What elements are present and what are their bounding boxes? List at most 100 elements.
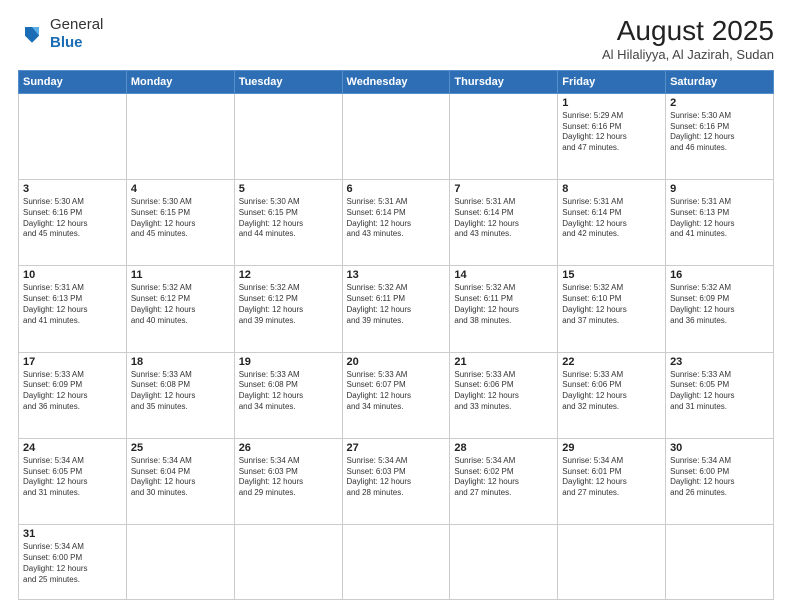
- cell-info-text: Sunrise: 5:34 AM Sunset: 6:03 PM Dayligh…: [239, 456, 338, 499]
- cell-day-number: 20: [347, 356, 446, 368]
- calendar-cell: [342, 525, 450, 600]
- calendar-cell: 24Sunrise: 5:34 AM Sunset: 6:05 PM Dayli…: [19, 438, 127, 524]
- logo-text: General Blue: [50, 16, 103, 52]
- calendar-cell: 23 Sunrise: 5:33 AM Sunset: 6:05 PM Dayli…: [666, 352, 774, 438]
- cell-day-number: 26: [239, 442, 338, 454]
- cell-day-number: 30: [670, 442, 769, 454]
- calendar-table: SundayMondayTuesdayWednesdayThursdayFrid…: [18, 70, 774, 600]
- col-header-monday: Monday: [126, 70, 234, 93]
- calendar-cell: 8Sunrise: 5:31 AM Sunset: 6:14 PM Daylig…: [558, 180, 666, 266]
- cell-info-text: Sunrise: 5:31 AM Sunset: 6:14 PM Dayligh…: [347, 197, 446, 240]
- cell-day-number: 2: [670, 97, 769, 109]
- calendar-cell: 28Sunrise: 5:34 AM Sunset: 6:02 PM Dayli…: [450, 438, 558, 524]
- cell-info-text: Sunrise: 5:29 AM Sunset: 6:16 PM Dayligh…: [562, 111, 661, 154]
- calendar-cell: 26 Sunrise: 5:34 AM Sunset: 6:03 PM Dayli…: [234, 438, 342, 524]
- calendar-cell: 21 Sunrise: 5:33 AM Sunset: 6:06 PM Dayli…: [450, 352, 558, 438]
- calendar-cell: 20 Sunrise: 5:33 AM Sunset: 6:07 PM Dayli…: [342, 352, 450, 438]
- cell-info-text: Sunrise: 5:31 AM Sunset: 6:13 PM Dayligh…: [23, 283, 122, 326]
- cell-day-number: 19: [239, 356, 338, 368]
- cell-info-text: Sunrise: 5:30 AM Sunset: 6:16 PM Dayligh…: [23, 197, 122, 240]
- calendar-cell: 11 Sunrise: 5:32 AM Sunset: 6:12 PM Dayli…: [126, 266, 234, 352]
- cell-day-number: 18: [131, 356, 230, 368]
- cell-info-text: Sunrise: 5:34 AM Sunset: 6:04 PM Dayligh…: [131, 456, 230, 499]
- cell-day-number: 12: [239, 269, 338, 281]
- calendar-cell: 13Sunrise: 5:32 AM Sunset: 6:11 PM Dayli…: [342, 266, 450, 352]
- cell-day-number: 23: [670, 356, 769, 368]
- subtitle: Al Hilaliyya, Al Jazirah, Sudan: [602, 47, 774, 62]
- cell-day-number: 3: [23, 183, 122, 195]
- cell-day-number: 10: [23, 269, 122, 281]
- calendar-cell: 25Sunrise: 5:34 AM Sunset: 6:04 PM Dayli…: [126, 438, 234, 524]
- cell-info-text: Sunrise: 5:33 AM Sunset: 6:05 PM Dayligh…: [670, 370, 769, 413]
- calendar-cell: [126, 525, 234, 600]
- calendar-cell: [234, 93, 342, 179]
- week-row-5: 31 Sunrise: 5:34 AM Sunset: 6:00 PM Dayli…: [19, 525, 774, 600]
- cell-day-number: 7: [454, 183, 553, 195]
- cell-info-text: Sunrise: 5:34 AM Sunset: 6:01 PM Dayligh…: [562, 456, 661, 499]
- header-row: SundayMondayTuesdayWednesdayThursdayFrid…: [19, 70, 774, 93]
- header: General Blue August 2025 Al Hilaliyya, A…: [18, 16, 774, 62]
- calendar-cell: 19Sunrise: 5:33 AM Sunset: 6:08 PM Dayli…: [234, 352, 342, 438]
- cell-info-text: Sunrise: 5:31 AM Sunset: 6:13 PM Dayligh…: [670, 197, 769, 240]
- week-row-0: 1Sunrise: 5:29 AM Sunset: 6:16 PM Daylig…: [19, 93, 774, 179]
- cell-day-number: 6: [347, 183, 446, 195]
- col-header-tuesday: Tuesday: [234, 70, 342, 93]
- cell-day-number: 31: [23, 528, 122, 540]
- calendar-cell: 15Sunrise: 5:32 AM Sunset: 6:10 PM Dayli…: [558, 266, 666, 352]
- calendar-cell: 12 Sunrise: 5:32 AM Sunset: 6:12 PM Dayli…: [234, 266, 342, 352]
- cell-info-text: Sunrise: 5:30 AM Sunset: 6:16 PM Dayligh…: [670, 111, 769, 154]
- cell-info-text: Sunrise: 5:30 AM Sunset: 6:15 PM Dayligh…: [239, 197, 338, 240]
- calendar-cell: [19, 93, 127, 179]
- cell-day-number: 17: [23, 356, 122, 368]
- cell-day-number: 29: [562, 442, 661, 454]
- col-header-saturday: Saturday: [666, 70, 774, 93]
- cell-day-number: 16: [670, 269, 769, 281]
- cell-info-text: Sunrise: 5:32 AM Sunset: 6:11 PM Dayligh…: [454, 283, 553, 326]
- col-header-friday: Friday: [558, 70, 666, 93]
- calendar-cell: [558, 525, 666, 600]
- calendar-cell: 7 Sunrise: 5:31 AM Sunset: 6:14 PM Daylig…: [450, 180, 558, 266]
- cell-info-text: Sunrise: 5:32 AM Sunset: 6:09 PM Dayligh…: [670, 283, 769, 326]
- cell-day-number: 27: [347, 442, 446, 454]
- cell-day-number: 28: [454, 442, 553, 454]
- cell-info-text: Sunrise: 5:34 AM Sunset: 6:00 PM Dayligh…: [23, 542, 122, 585]
- cell-info-text: Sunrise: 5:33 AM Sunset: 6:07 PM Dayligh…: [347, 370, 446, 413]
- cell-info-text: Sunrise: 5:30 AM Sunset: 6:15 PM Dayligh…: [131, 197, 230, 240]
- calendar-cell: 17 Sunrise: 5:33 AM Sunset: 6:09 PM Dayli…: [19, 352, 127, 438]
- col-header-sunday: Sunday: [19, 70, 127, 93]
- cell-day-number: 4: [131, 183, 230, 195]
- week-row-4: 24Sunrise: 5:34 AM Sunset: 6:05 PM Dayli…: [19, 438, 774, 524]
- cell-day-number: 11: [131, 269, 230, 281]
- calendar-cell: [450, 93, 558, 179]
- col-header-thursday: Thursday: [450, 70, 558, 93]
- calendar-cell: [342, 93, 450, 179]
- calendar-cell: 18Sunrise: 5:33 AM Sunset: 6:08 PM Dayli…: [126, 352, 234, 438]
- calendar-cell: 2 Sunrise: 5:30 AM Sunset: 6:16 PM Daylig…: [666, 93, 774, 179]
- cell-day-number: 14: [454, 269, 553, 281]
- cell-info-text: Sunrise: 5:33 AM Sunset: 6:06 PM Dayligh…: [562, 370, 661, 413]
- cell-info-text: Sunrise: 5:31 AM Sunset: 6:14 PM Dayligh…: [562, 197, 661, 240]
- cell-info-text: Sunrise: 5:33 AM Sunset: 6:09 PM Dayligh…: [23, 370, 122, 413]
- cell-info-text: Sunrise: 5:34 AM Sunset: 6:00 PM Dayligh…: [670, 456, 769, 499]
- cell-info-text: Sunrise: 5:32 AM Sunset: 6:11 PM Dayligh…: [347, 283, 446, 326]
- calendar-cell: 10 Sunrise: 5:31 AM Sunset: 6:13 PM Dayli…: [19, 266, 127, 352]
- col-header-wednesday: Wednesday: [342, 70, 450, 93]
- cell-info-text: Sunrise: 5:32 AM Sunset: 6:12 PM Dayligh…: [239, 283, 338, 326]
- calendar-cell: 22 Sunrise: 5:33 AM Sunset: 6:06 PM Dayli…: [558, 352, 666, 438]
- calendar-cell: [450, 525, 558, 600]
- cell-info-text: Sunrise: 5:32 AM Sunset: 6:10 PM Dayligh…: [562, 283, 661, 326]
- calendar-cell: 31 Sunrise: 5:34 AM Sunset: 6:00 PM Dayli…: [19, 525, 127, 600]
- cell-day-number: 5: [239, 183, 338, 195]
- cell-day-number: 22: [562, 356, 661, 368]
- calendar-cell: [234, 525, 342, 600]
- calendar-cell: 6 Sunrise: 5:31 AM Sunset: 6:14 PM Daylig…: [342, 180, 450, 266]
- cell-day-number: 21: [454, 356, 553, 368]
- cell-info-text: Sunrise: 5:33 AM Sunset: 6:06 PM Dayligh…: [454, 370, 553, 413]
- cell-info-text: Sunrise: 5:32 AM Sunset: 6:12 PM Dayligh…: [131, 283, 230, 326]
- cell-info-text: Sunrise: 5:31 AM Sunset: 6:14 PM Dayligh…: [454, 197, 553, 240]
- calendar-cell: 1Sunrise: 5:29 AM Sunset: 6:16 PM Daylig…: [558, 93, 666, 179]
- cell-day-number: 24: [23, 442, 122, 454]
- cell-info-text: Sunrise: 5:34 AM Sunset: 6:03 PM Dayligh…: [347, 456, 446, 499]
- title-block: August 2025 Al Hilaliyya, Al Jazirah, Su…: [602, 16, 774, 62]
- calendar-cell: 16 Sunrise: 5:32 AM Sunset: 6:09 PM Dayli…: [666, 266, 774, 352]
